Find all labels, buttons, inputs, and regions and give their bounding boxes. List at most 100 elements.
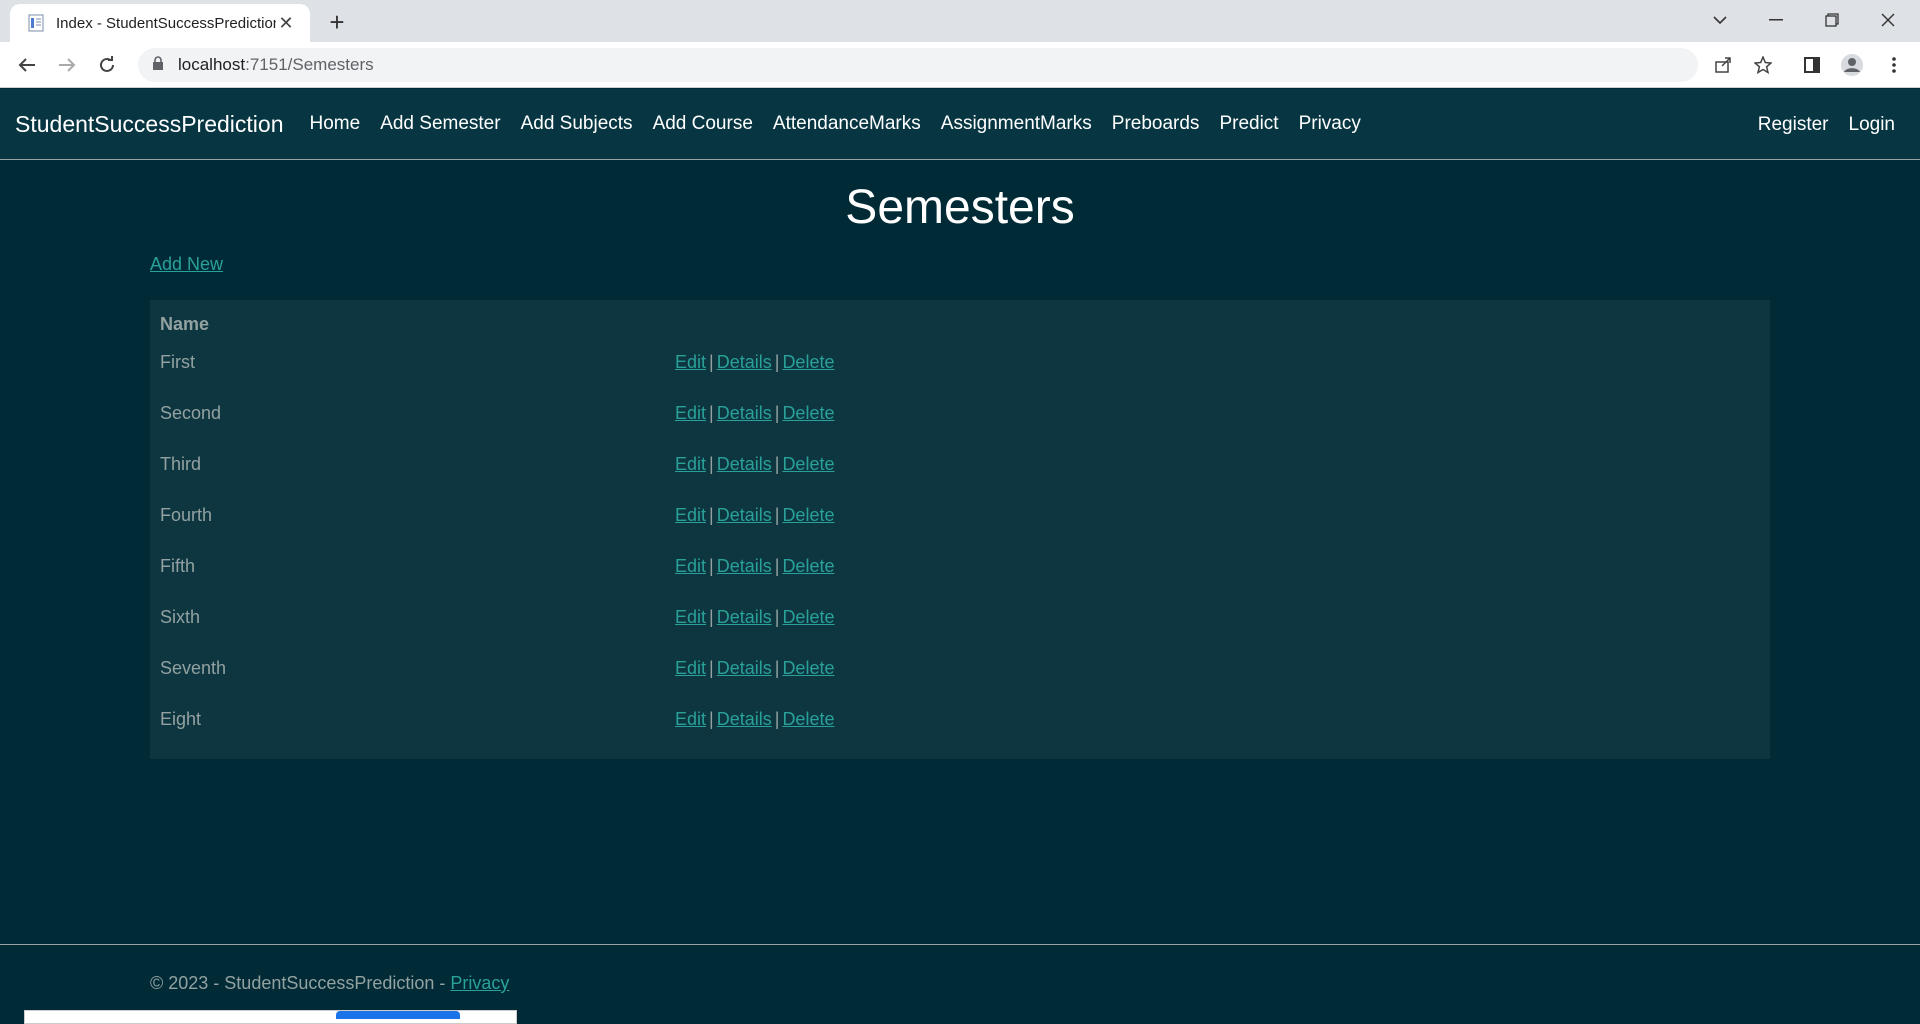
separator: | xyxy=(709,658,714,678)
side-panel-icon[interactable] xyxy=(1797,50,1827,80)
separator: | xyxy=(709,556,714,576)
semester-name: First xyxy=(160,352,195,372)
nav-predict[interactable]: Predict xyxy=(1219,113,1278,135)
browser-tab-bar: Index - StudentSuccessPrediction ✕ + xyxy=(0,0,1920,42)
auth-links: Register Login xyxy=(1738,89,1895,160)
semesters-table: Name First Edit | Details | Delete Second Ed… xyxy=(150,300,1770,759)
nav-assignment-marks[interactable]: AssignmentMarks xyxy=(941,113,1092,135)
details-link[interactable]: Details xyxy=(717,352,772,372)
bottom-popup xyxy=(24,1010,517,1024)
table-row: Sixth Edit | Details | Delete xyxy=(150,593,1770,644)
separator: | xyxy=(774,505,780,525)
semester-name: Fifth xyxy=(160,556,196,576)
delete-link[interactable]: Delete xyxy=(782,403,834,423)
profile-avatar-icon[interactable] xyxy=(1837,50,1867,80)
details-link[interactable]: Details xyxy=(717,556,772,576)
address-bar[interactable]: localhost:7151/Semesters xyxy=(138,48,1698,82)
nav-add-subjects[interactable]: Add Subjects xyxy=(521,113,633,135)
register-link[interactable]: Register xyxy=(1758,114,1829,136)
row-actions: Edit | Details | Delete xyxy=(675,403,834,424)
delete-link[interactable]: Delete xyxy=(782,556,834,576)
new-tab-icon[interactable]: + xyxy=(322,8,352,36)
details-link[interactable]: Details xyxy=(717,658,772,678)
tab-search-icon[interactable] xyxy=(1692,0,1748,40)
add-new-link[interactable]: Add New xyxy=(150,254,223,275)
edit-link[interactable]: Edit xyxy=(675,403,706,423)
popup-button[interactable] xyxy=(336,1011,460,1019)
semester-name: Second xyxy=(160,403,222,423)
bookmark-star-icon[interactable] xyxy=(1748,50,1778,80)
edit-link[interactable]: Edit xyxy=(675,454,706,474)
browser-toolbar: localhost:7151/Semesters xyxy=(0,42,1920,88)
details-link[interactable]: Details xyxy=(717,709,772,729)
table-row: Second Edit | Details | Delete xyxy=(150,389,1770,440)
back-icon[interactable] xyxy=(12,50,42,80)
nav-home[interactable]: Home xyxy=(310,113,361,135)
row-actions: Edit | Details | Delete xyxy=(675,658,834,679)
reload-icon[interactable] xyxy=(92,50,122,80)
brand-link[interactable]: StudentSuccessPrediction xyxy=(15,111,284,138)
table-row: Eight Edit | Details | Delete xyxy=(150,695,1770,746)
page-icon xyxy=(26,13,46,33)
separator: | xyxy=(774,454,780,474)
edit-link[interactable]: Edit xyxy=(675,556,706,576)
separator: | xyxy=(774,403,780,423)
separator: | xyxy=(774,352,780,372)
semester-name: Fourth xyxy=(160,505,213,525)
separator: | xyxy=(774,607,780,627)
details-link[interactable]: Details xyxy=(717,403,772,423)
menu-dots-icon[interactable] xyxy=(1879,50,1909,80)
edit-link[interactable]: Edit xyxy=(675,352,706,372)
edit-link[interactable]: Edit xyxy=(675,607,706,627)
delete-link[interactable]: Delete xyxy=(782,454,834,474)
restore-icon[interactable] xyxy=(1804,0,1860,40)
login-link[interactable]: Login xyxy=(1849,114,1896,136)
delete-link[interactable]: Delete xyxy=(782,709,834,729)
lock-icon xyxy=(152,55,164,75)
table-row: Third Edit | Details | Delete xyxy=(150,440,1770,491)
table-row: Fifth Edit | Details | Delete xyxy=(150,542,1770,593)
separator: | xyxy=(709,352,714,372)
close-icon[interactable]: ✕ xyxy=(276,13,296,34)
row-actions: Edit | Details | Delete xyxy=(675,352,834,373)
nav-links: Home Add Semester Add Subjects Add Cours… xyxy=(300,113,1371,135)
separator: | xyxy=(709,454,714,474)
browser-tab[interactable]: Index - StudentSuccessPrediction ✕ xyxy=(10,4,310,42)
close-window-icon[interactable] xyxy=(1860,0,1916,40)
share-icon[interactable] xyxy=(1708,50,1738,80)
separator: | xyxy=(709,709,714,729)
separator: | xyxy=(774,556,780,576)
nav-privacy[interactable]: Privacy xyxy=(1299,113,1361,135)
delete-link[interactable]: Delete xyxy=(782,658,834,678)
footer-text: © 2023 - StudentSuccessPrediction - Priv… xyxy=(150,973,510,993)
details-link[interactable]: Details xyxy=(717,607,772,627)
nav-add-course[interactable]: Add Course xyxy=(653,113,753,135)
page-title: Semesters xyxy=(845,181,1075,234)
footer-privacy-link[interactable]: Privacy xyxy=(450,973,509,993)
delete-link[interactable]: Delete xyxy=(782,352,834,372)
semester-name: Third xyxy=(160,454,202,474)
semester-name: Eight xyxy=(160,709,202,729)
table-row: First Edit | Details | Delete xyxy=(150,338,1770,389)
separator: | xyxy=(709,607,714,627)
delete-link[interactable]: Delete xyxy=(782,607,834,627)
details-link[interactable]: Details xyxy=(717,454,772,474)
edit-link[interactable]: Edit xyxy=(675,658,706,678)
semester-name: Sixth xyxy=(160,607,201,627)
row-actions: Edit | Details | Delete xyxy=(675,454,834,475)
column-header-name: Name xyxy=(160,314,210,334)
nav-add-semester[interactable]: Add Semester xyxy=(380,113,500,135)
delete-link[interactable]: Delete xyxy=(782,505,834,525)
app-navbar: StudentSuccessPrediction Home Add Semest… xyxy=(0,89,1920,160)
edit-link[interactable]: Edit xyxy=(675,709,706,729)
nav-attendance-marks[interactable]: AttendanceMarks xyxy=(773,113,921,135)
edit-link[interactable]: Edit xyxy=(675,505,706,525)
row-actions: Edit | Details | Delete xyxy=(675,607,834,628)
forward-icon[interactable] xyxy=(52,50,82,80)
row-actions: Edit | Details | Delete xyxy=(675,709,834,730)
minimize-icon[interactable] xyxy=(1748,0,1804,40)
separator: | xyxy=(774,709,780,729)
url-text: localhost:7151/Semesters xyxy=(178,55,374,74)
details-link[interactable]: Details xyxy=(717,505,772,525)
nav-preboards[interactable]: Preboards xyxy=(1112,113,1200,135)
